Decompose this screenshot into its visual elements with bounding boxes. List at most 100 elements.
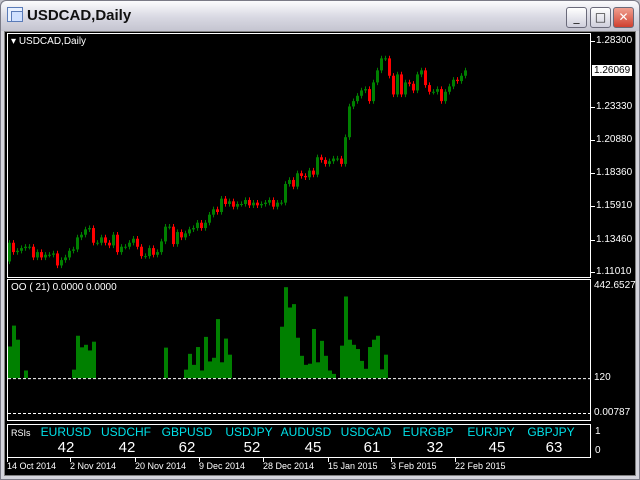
candle-body: [80, 234, 83, 238]
candle-body: [348, 106, 351, 138]
candle-body: [228, 201, 231, 204]
candle-body: [188, 229, 191, 234]
histogram-bar: [340, 345, 344, 379]
candle-body: [148, 248, 151, 257]
histogram-bar: [76, 335, 80, 379]
candle-body: [296, 173, 299, 187]
candle-body: [120, 246, 123, 253]
candle-body: [48, 254, 51, 256]
candle-body: [256, 202, 259, 206]
candle-body: [212, 209, 215, 215]
candle-body: [344, 137, 347, 164]
candle-body: [244, 199, 247, 204]
candle-body: [192, 228, 195, 230]
candle-body: [20, 248, 23, 251]
histogram-bar: [184, 369, 188, 379]
histogram-bar: [188, 353, 192, 379]
histogram-bar: [84, 344, 88, 379]
candle-body: [324, 159, 327, 164]
histogram-bar: [212, 357, 216, 379]
candle-body: [392, 75, 395, 95]
candle-body: [224, 198, 227, 204]
candle-body: [376, 70, 379, 83]
candle-body: [452, 79, 455, 87]
candle-body: [136, 238, 139, 247]
histogram-bar: [384, 354, 388, 379]
candle-body: [240, 203, 243, 205]
candle-body: [420, 70, 423, 75]
candle-body: [372, 82, 375, 102]
candle-body: [44, 254, 47, 258]
histogram-bar: [360, 360, 364, 379]
candle-body: [280, 202, 283, 204]
candle-body: [96, 242, 99, 244]
candle-body: [424, 70, 427, 86]
chart-plot: [8, 55, 590, 414]
candle-body: [340, 158, 343, 164]
histogram-bar: [280, 326, 284, 379]
histogram-bar: [352, 344, 356, 379]
candle-body: [156, 252, 159, 255]
histogram-bar: [376, 335, 380, 379]
histogram-bar: [12, 325, 16, 379]
histogram-bar: [292, 304, 296, 379]
candle-body: [12, 242, 15, 253]
histogram-bar: [200, 370, 204, 379]
candle-body: [320, 157, 323, 160]
histogram-bar: [356, 349, 360, 379]
histogram-bar: [80, 347, 84, 379]
candle-body: [220, 198, 223, 213]
histogram-bar: [24, 370, 28, 379]
candle-body: [308, 170, 311, 178]
candle-body: [236, 203, 239, 207]
candle-body: [60, 260, 63, 266]
candle-body: [364, 89, 367, 91]
candle-body: [68, 250, 71, 258]
histogram-bar: [8, 346, 12, 379]
histogram-bar: [88, 350, 92, 379]
candle-body: [124, 246, 127, 248]
histogram-bar: [312, 328, 316, 379]
candle-body: [152, 248, 155, 255]
histogram-bar: [216, 319, 220, 379]
histogram-bar: [220, 362, 224, 379]
candle-body: [312, 170, 315, 175]
candle-body: [328, 161, 331, 164]
candle-body: [72, 249, 75, 251]
candle-body: [408, 82, 411, 84]
candle-body: [292, 179, 295, 187]
candle-body: [40, 252, 43, 258]
histogram-bar: [308, 363, 312, 379]
histogram-bar: [304, 364, 308, 379]
candle-body: [16, 250, 19, 253]
candle-body: [112, 234, 115, 246]
candle-body: [300, 173, 303, 176]
candle-body: [64, 257, 67, 261]
candle-body: [160, 241, 163, 253]
histogram-bar: [372, 339, 376, 379]
candle-body: [396, 74, 399, 95]
candle-body: [84, 229, 87, 235]
candle-body: [380, 58, 383, 71]
candle-body: [412, 83, 415, 91]
candle-body: [140, 246, 143, 257]
candle-body: [448, 86, 451, 92]
candle-body: [208, 214, 211, 223]
candle-body: [260, 203, 263, 206]
candle-body: [88, 228, 91, 230]
histogram-bar: [224, 338, 228, 379]
candle-body: [272, 199, 275, 207]
candle-body: [24, 246, 27, 249]
candle-body: [172, 226, 175, 245]
candle-body: [332, 158, 335, 162]
candle-body: [168, 226, 171, 228]
candle-body: [176, 232, 179, 245]
histogram-bar: [320, 340, 324, 379]
candle-body: [28, 246, 31, 248]
candle-body: [360, 90, 363, 96]
histogram-bar: [228, 354, 232, 379]
candle-body: [404, 82, 407, 95]
histogram-bar: [196, 347, 200, 379]
candle-body: [268, 199, 271, 203]
candle-body: [352, 101, 355, 107]
